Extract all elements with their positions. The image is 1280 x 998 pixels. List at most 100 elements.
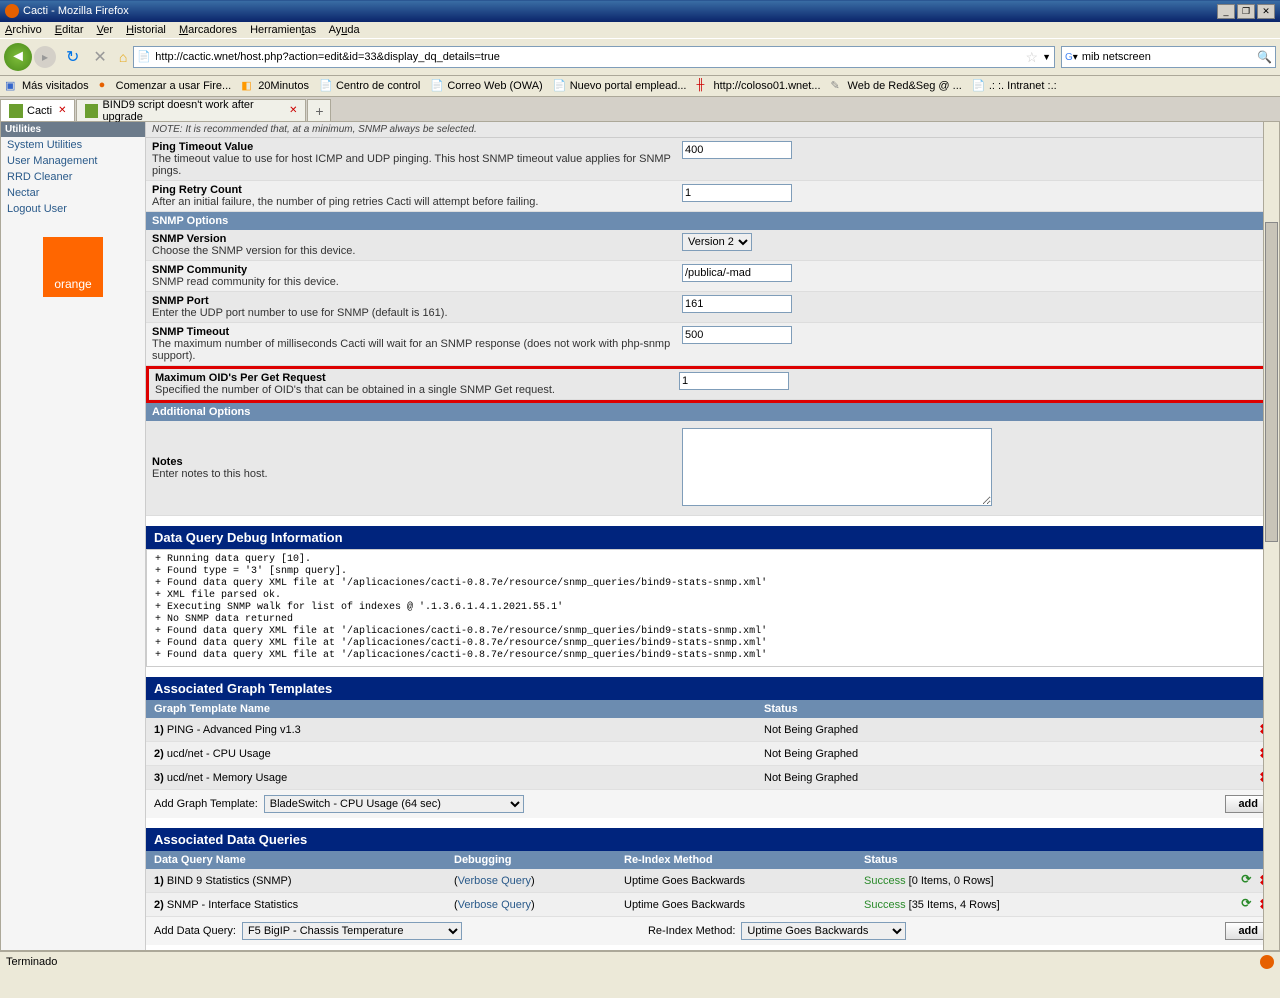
bookmark-correo[interactable]: 📄Correo Web (OWA) <box>430 79 542 93</box>
section-debug-title: Data Query Debug Information <box>146 526 1279 549</box>
menu-tools[interactable]: Herramientas <box>250 24 316 36</box>
nav-user-management[interactable]: User Management <box>1 153 145 169</box>
input-snmp-port[interactable] <box>682 295 792 313</box>
bookmark-getting-started[interactable]: ●Comenzar a usar Fire... <box>99 79 232 93</box>
row-ping-timeout: Ping Timeout ValueThe timeout value to u… <box>146 138 1279 181</box>
input-snmp-community[interactable] <box>682 264 792 282</box>
bookmark-coloso[interactable]: ╫http://coloso01.wnet... <box>697 79 821 93</box>
main-content: NOTE: It is recommended that, at a minim… <box>146 122 1279 950</box>
dq-name: 1) BIND 9 Statistics (SNMP) <box>154 875 454 887</box>
back-button[interactable]: ◄ <box>4 43 32 71</box>
add-gt-label: Add Graph Template: <box>154 798 258 810</box>
reload-icon[interactable]: ⟳ <box>1241 872 1251 889</box>
bookmark-portal[interactable]: 📄Nuevo portal emplead... <box>553 79 687 93</box>
scrollbar-thumb[interactable] <box>1265 222 1278 542</box>
menu-history[interactable]: Historial <box>126 24 166 36</box>
dq-name: 2) SNMP - Interface Statistics <box>154 899 454 911</box>
maximize-button[interactable]: ❐ <box>1237 4 1255 19</box>
bookmark-centro[interactable]: 📄Centro de control <box>319 79 420 93</box>
graph-template-row: 1) PING - Advanced Ping v1.3Not Being Gr… <box>146 718 1279 742</box>
bookmark-20minutos[interactable]: ◧20Minutos <box>241 79 309 93</box>
dq-debug: (Verbose Query) <box>454 899 624 911</box>
bookmark-intranet[interactable]: 📄.: :. Intranet :.: <box>972 79 1057 93</box>
new-tab-button[interactable]: + <box>307 99 331 121</box>
input-max-oid[interactable] <box>679 372 789 390</box>
tab-close-icon[interactable]: ✕ <box>289 105 297 116</box>
vertical-scrollbar[interactable] <box>1263 122 1279 950</box>
search-icon[interactable]: 🔍 <box>1257 50 1272 64</box>
label-max-oid: Maximum OID's Per Get Request <box>155 372 326 384</box>
tab-close-icon[interactable]: ✕ <box>58 105 66 116</box>
url-bar[interactable]: 📄 ☆ ▼ <box>133 46 1055 68</box>
nav-logout[interactable]: Logout User <box>1 201 145 217</box>
section-snmp-options: SNMP Options <box>146 212 1279 230</box>
select-data-query[interactable]: F5 BigIP - Chassis Temperature <box>242 922 462 940</box>
label-snmp-version: SNMP Version <box>152 233 226 245</box>
firefox-icon <box>5 4 19 18</box>
col-dq-name: Data Query Name <box>154 854 454 866</box>
graph-template-row: 2) ucd/net - CPU UsageNot Being Graphed✖ <box>146 742 1279 766</box>
verbose-query-link[interactable]: Verbose Query <box>458 899 531 911</box>
reload-button[interactable]: ↻ <box>66 47 79 67</box>
nav-rrd-cleaner[interactable]: RRD Cleaner <box>1 169 145 185</box>
leftnav-header: Utilities <box>1 122 145 137</box>
add-dq-label: Add Data Query: <box>154 925 236 937</box>
home-button[interactable]: ⌂ <box>119 49 127 65</box>
minimize-button[interactable]: _ <box>1217 4 1235 19</box>
label-ping-retry: Ping Retry Count <box>152 184 242 196</box>
google-icon[interactable]: G▾ <box>1065 52 1078 63</box>
menu-bookmarks[interactable]: Marcadores <box>179 24 237 36</box>
select-reindex-method[interactable]: Uptime Goes Backwards <box>741 922 906 940</box>
data-query-row: 2) SNMP - Interface Statistics(Verbose Q… <box>146 893 1279 917</box>
menu-view[interactable]: Ver <box>97 24 114 36</box>
search-input[interactable] <box>1082 51 1257 63</box>
label-snmp-port: SNMP Port <box>152 295 209 307</box>
input-snmp-timeout[interactable] <box>682 326 792 344</box>
verbose-query-link[interactable]: Verbose Query <box>458 875 531 887</box>
label-ping-timeout: Ping Timeout Value <box>152 141 253 153</box>
stop-button[interactable]: ✕ <box>93 47 106 67</box>
close-button[interactable]: ✕ <box>1257 4 1275 19</box>
graph-templates-header: Graph Template Name Status <box>146 700 1279 718</box>
window-title: Cacti - Mozilla Firefox <box>23 5 129 17</box>
url-dropdown-icon[interactable]: ▼ <box>1042 52 1051 62</box>
menu-file[interactable]: AArchivorchivo <box>5 24 42 36</box>
bookmarks-bar: ▣Más visitados ●Comenzar a usar Fire... … <box>0 76 1280 97</box>
forward-button[interactable]: ▸ <box>34 46 56 68</box>
debug-box: + Running data query [10]. + Found type … <box>146 549 1279 667</box>
menubar: AArchivorchivo Editar Ver Historial Marc… <box>0 22 1280 38</box>
left-nav: Utilities System Utilities User Manageme… <box>1 122 146 950</box>
reindex-label: Re-Index Method: <box>648 925 735 937</box>
menu-edit[interactable]: Editar <box>55 24 84 36</box>
nav-system-utilities[interactable]: System Utilities <box>1 137 145 153</box>
bookmark-redseg[interactable]: ✎Web de Red&Seg @ ... <box>831 79 962 93</box>
search-bar[interactable]: G▾ 🔍 <box>1061 46 1276 68</box>
select-graph-template[interactable]: BladeSwitch - CPU Usage (64 sec) <box>264 795 524 813</box>
section-graph-templates-title: Associated Graph Templates <box>146 677 1279 700</box>
dq-reindex: Uptime Goes Backwards <box>624 899 864 911</box>
row-ping-retry: Ping Retry CountAfter an initial failure… <box>146 181 1279 212</box>
menu-help[interactable]: Ayuda <box>329 24 360 36</box>
input-ping-timeout[interactable] <box>682 141 792 159</box>
url-input[interactable] <box>155 51 1021 63</box>
data-queries-header: Data Query Name Debugging Re-Index Metho… <box>146 851 1279 869</box>
bookmark-star-icon[interactable]: ☆ <box>1026 49 1039 66</box>
gt-status: Not Being Graphed <box>764 772 1214 784</box>
bookmark-most-visited[interactable]: ▣Más visitados <box>5 79 89 93</box>
dq-status: Success [0 Items, 0 Rows] <box>864 875 1241 887</box>
col-dq-reindex: Re-Index Method <box>624 854 864 866</box>
nav-nectar[interactable]: Nectar <box>1 185 145 201</box>
col-dq-debug: Debugging <box>454 854 624 866</box>
select-snmp-version[interactable]: Version 2 <box>682 233 752 251</box>
tab-label: Cacti <box>27 105 52 117</box>
add-data-query-row: Add Data Query: F5 BigIP - Chassis Tempe… <box>146 917 1279 945</box>
firefox-status-icon <box>1260 955 1274 969</box>
tab-cacti[interactable]: Cacti ✕ <box>0 99 75 121</box>
tab-bind9[interactable]: BIND9 script doesn't work after upgrade … <box>76 99 306 121</box>
reload-icon[interactable]: ⟳ <box>1241 896 1251 913</box>
section-data-queries-title: Associated Data Queries <box>146 828 1279 851</box>
row-max-oid: Maximum OID's Per Get RequestSpecified t… <box>149 369 1276 400</box>
statusbar: Terminado <box>0 951 1280 971</box>
textarea-notes[interactable] <box>682 428 992 506</box>
input-ping-retry[interactable] <box>682 184 792 202</box>
